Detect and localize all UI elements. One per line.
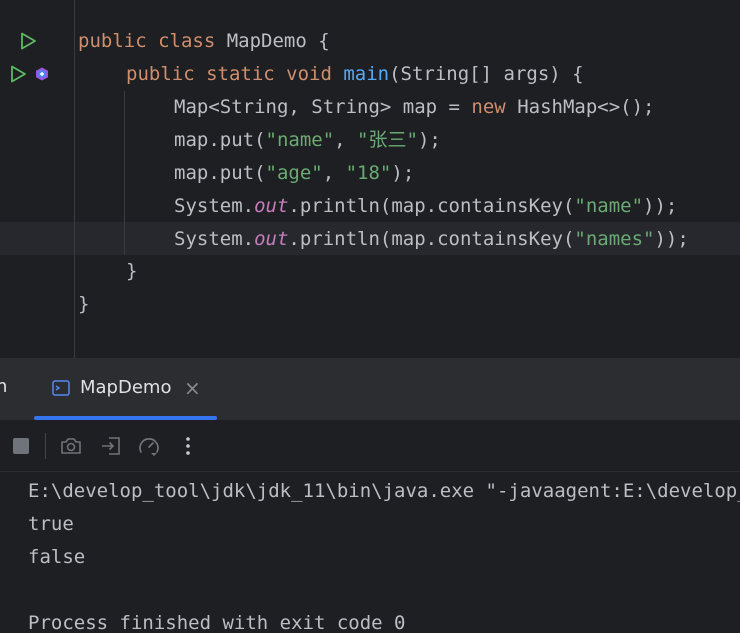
code-token: out <box>254 228 289 250</box>
code-token: "name" <box>265 129 335 151</box>
code-token: public class <box>78 30 227 52</box>
profiler-button[interactable] <box>137 434 161 458</box>
run-tool-window-header: n MapDemo × <box>0 358 740 421</box>
code-token: "age" <box>265 162 323 184</box>
code-token: , <box>334 129 358 151</box>
code-editor[interactable]: public class MapDemo { public static voi… <box>0 0 740 358</box>
code-token: map.put( <box>174 162 266 184</box>
code-line-close-method[interactable]: } <box>126 255 137 288</box>
gutter-separator <box>74 0 75 358</box>
code-token: "name" <box>574 195 644 217</box>
code-token: )); <box>654 228 689 250</box>
hotswap-icon[interactable] <box>35 67 49 81</box>
run-tool-window-title: n <box>0 376 8 397</box>
stop-button[interactable] <box>9 434 33 458</box>
code-line-put-name[interactable]: map.put("name", "张三"); <box>174 124 441 157</box>
code-token: MapDemo { <box>226 30 330 52</box>
gauge-icon <box>139 438 159 456</box>
stop-icon <box>13 438 29 454</box>
code-token: } <box>126 260 138 282</box>
camera-icon <box>61 438 81 454</box>
close-icon[interactable]: × <box>184 377 201 399</box>
exit-icon <box>102 437 120 455</box>
tab-label: MapDemo <box>80 377 172 398</box>
code-token: ); <box>391 162 415 184</box>
code-line-close-class[interactable]: } <box>78 288 89 321</box>
code-line-map-init[interactable]: Map<String, String> map = new HashMap<>(… <box>174 91 654 124</box>
code-token: "张三" <box>357 129 418 151</box>
code-token: .println(map.containsKey( <box>288 228 575 250</box>
toolbar-separator <box>45 433 46 459</box>
restore-layout-button[interactable] <box>99 434 123 458</box>
run-main-icon[interactable] <box>9 65 27 83</box>
code-token: out <box>254 195 289 217</box>
more-options-button[interactable] <box>176 434 200 458</box>
code-token: System. <box>174 195 255 217</box>
code-token: new <box>471 96 518 118</box>
code-token: .println(map.containsKey( <box>288 195 575 217</box>
code-token: )); <box>643 195 678 217</box>
console-line-output: true <box>28 513 74 535</box>
more-vertical-icon <box>186 437 190 455</box>
active-tab-indicator <box>34 416 217 420</box>
code-token: public static void <box>126 63 344 85</box>
code-token: map.put( <box>174 129 266 151</box>
run-class-icon[interactable] <box>19 32 37 50</box>
code-token: } <box>78 293 90 315</box>
code-token: ); <box>417 129 441 151</box>
code-line-class-decl[interactable]: public class MapDemo { <box>78 25 330 58</box>
console-line-output: false <box>28 546 86 568</box>
code-token: "names" <box>574 228 655 250</box>
code-token: "18" <box>345 162 392 184</box>
console-line-exit-status: Process finished with exit code 0 <box>28 612 406 633</box>
code-line-print-names[interactable]: System.out.println(map.containsKey("name… <box>174 223 689 256</box>
code-token: HashMap<>(); <box>517 96 655 118</box>
tab-mapdemo[interactable]: MapDemo × <box>34 358 217 420</box>
console-output[interactable]: E:\develop_tool\jdk\jdk_11\bin\java.exe … <box>0 472 740 633</box>
code-token: , <box>322 162 346 184</box>
console-window-icon <box>52 380 70 396</box>
code-token: System. <box>174 228 255 250</box>
code-token: (String[] args) { <box>389 63 584 85</box>
code-line-print-name[interactable]: System.out.println(map.containsKey("name… <box>174 190 677 223</box>
run-toolbar <box>0 421 740 472</box>
code-line-put-age[interactable]: map.put("age", "18"); <box>174 157 414 190</box>
code-token: Map<String, String> map = <box>174 96 472 118</box>
code-line-main-decl[interactable]: public static void main(String[] args) { <box>126 58 584 91</box>
screenshot-button[interactable] <box>59 434 83 458</box>
console-line-command: E:\develop_tool\jdk\jdk_11\bin\java.exe … <box>28 480 740 502</box>
code-token: main <box>343 63 390 85</box>
indent-guide <box>124 91 125 255</box>
